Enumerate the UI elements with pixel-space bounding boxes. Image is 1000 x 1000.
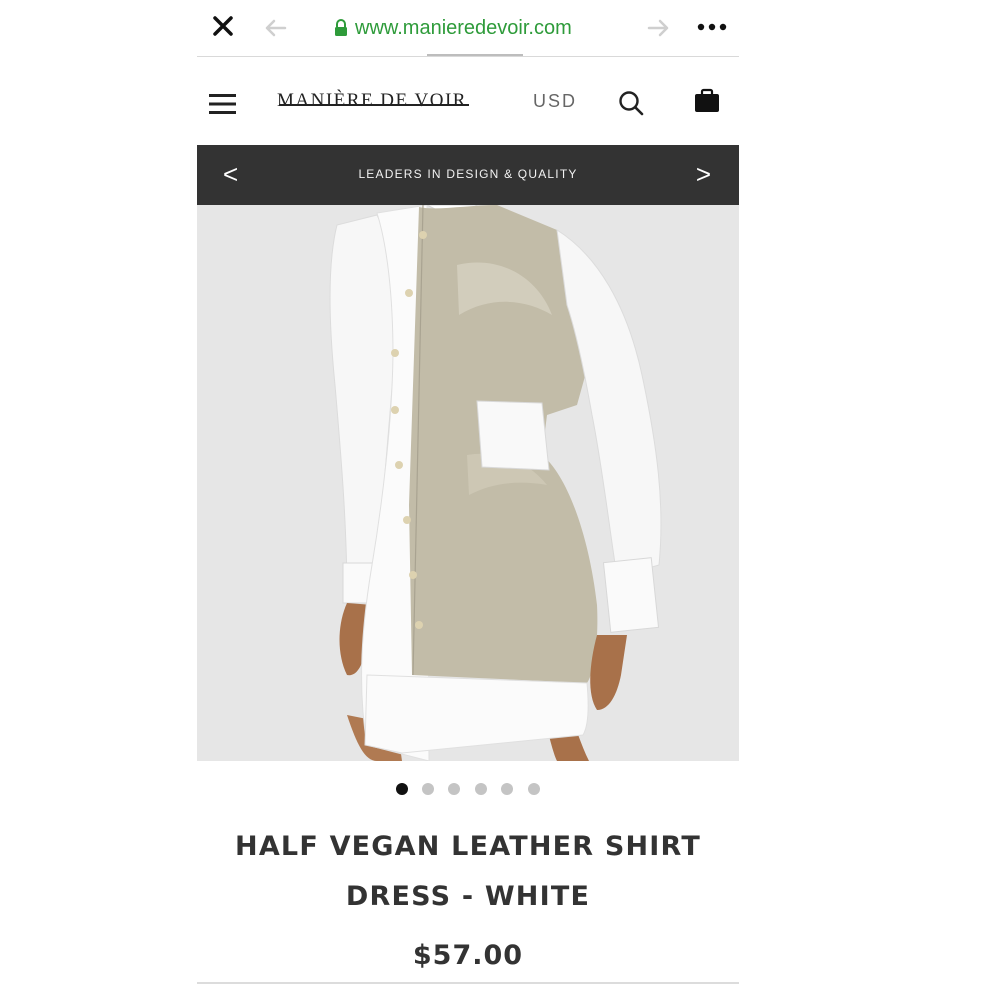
logo-strikethrough — [279, 104, 469, 106]
banner-next-button[interactable]: > — [696, 159, 711, 189]
image-carousel-dots — [197, 783, 739, 797]
arrow-right-icon[interactable] — [645, 14, 673, 42]
product-price: $57.00 — [412, 940, 524, 971]
carousel-dot[interactable] — [448, 783, 460, 795]
url-text: www.manieredevoir.com — [355, 16, 572, 39]
product-photo — [197, 205, 739, 761]
divider — [197, 982, 739, 984]
site-header: MANIÈRE DE VOIR USD — [197, 57, 739, 145]
product-image[interactable] — [197, 205, 739, 761]
hamburger-menu-icon[interactable] — [209, 93, 237, 115]
carousel-dot[interactable] — [422, 783, 434, 795]
carousel-dot[interactable] — [501, 783, 513, 795]
arrow-left-icon[interactable] — [261, 14, 289, 42]
site-logo[interactable]: MANIÈRE DE VOIR — [277, 90, 467, 112]
banner-message: LEADERS IN DESIGN & QUALITY — [358, 167, 578, 181]
address-bar[interactable]: www.manieredevoir.com — [333, 14, 572, 42]
announcement-banner: < LEADERS IN DESIGN & QUALITY > — [197, 145, 739, 205]
close-icon[interactable] — [207, 10, 239, 42]
phone-screen: www.manieredevoir.com MANIÈRE DE VOIR US… — [197, 0, 739, 1000]
shopping-bag-icon[interactable] — [693, 87, 721, 115]
more-horizontal-icon[interactable] — [695, 12, 729, 42]
currency-selector[interactable]: USD — [533, 91, 577, 112]
carousel-dot[interactable] — [396, 783, 408, 795]
lock-icon — [335, 19, 347, 36]
carousel-dot[interactable] — [528, 783, 540, 795]
search-icon[interactable] — [617, 89, 645, 117]
carousel-dot[interactable] — [475, 783, 487, 795]
browser-toolbar: www.manieredevoir.com — [197, 0, 739, 57]
product-title: HALF VEGAN LEATHER SHIRT DRESS - WHITE — [235, 831, 701, 912]
load-indicator — [427, 54, 523, 56]
